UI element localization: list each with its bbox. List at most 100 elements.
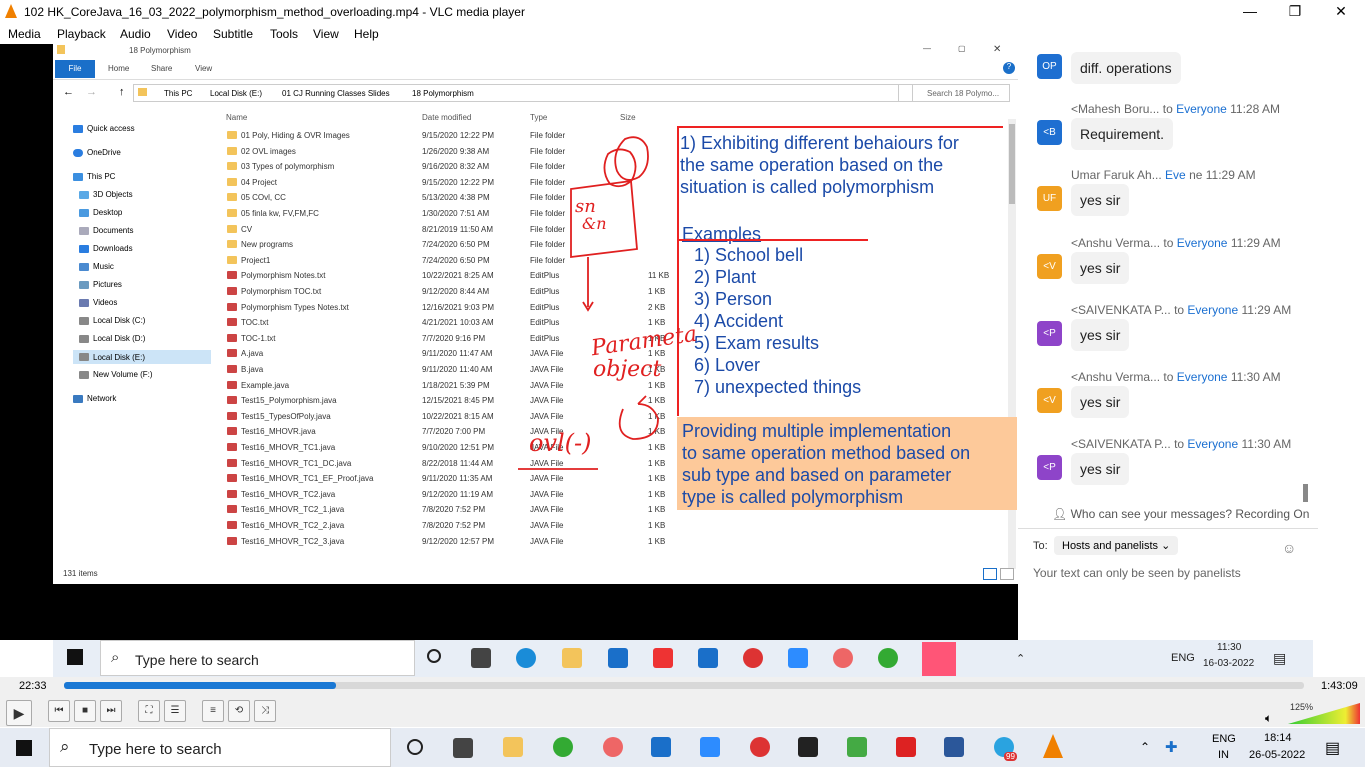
sticky-notes-button[interactable] bbox=[798, 737, 818, 757]
explorer-search[interactable]: Search 18 Polymo... bbox=[898, 84, 1010, 102]
message-bubble: yes sir bbox=[1071, 453, 1130, 485]
file-date: 8/21/2019 11:50 AM bbox=[422, 224, 494, 234]
vlc-taskbar-icon[interactable] bbox=[1043, 734, 1063, 758]
nav-local-disk-c[interactable]: Local Disk (C:) bbox=[93, 316, 145, 325]
details-view-icon[interactable] bbox=[983, 568, 997, 580]
volume-icon[interactable]: 🔈︎ bbox=[1265, 711, 1272, 726]
message-everyone[interactable]: Everyone bbox=[1187, 303, 1238, 317]
shuffle-icon[interactable]: ⤨ bbox=[254, 700, 276, 722]
address-bar[interactable]: This PC Local Disk (E:) 01 CJ Running Cl… bbox=[133, 84, 913, 102]
close-button[interactable]: ✕ bbox=[1326, 3, 1356, 20]
tab-view[interactable]: View bbox=[195, 64, 212, 73]
tiles-view-icon[interactable] bbox=[1000, 568, 1014, 580]
file-row[interactable]: Test16_MHOVR_TC2_3.java 9/12/2020 12:57 P… bbox=[223, 535, 673, 550]
lang-indicator[interactable]: ENG bbox=[1212, 733, 1236, 745]
minimize-button[interactable]: — bbox=[1235, 3, 1265, 19]
nav-videos[interactable]: Videos bbox=[93, 298, 117, 307]
breadcrumb-this-pc[interactable]: This PC bbox=[164, 89, 192, 98]
tab-share[interactable]: Share bbox=[151, 64, 172, 73]
column-name[interactable]: Name bbox=[226, 113, 247, 122]
explorer-minimize[interactable]: — bbox=[923, 44, 931, 53]
nav-3d-objects[interactable]: 3D Objects bbox=[93, 190, 133, 199]
chrome-button[interactable] bbox=[553, 737, 573, 757]
volume-slider[interactable] bbox=[1288, 703, 1360, 725]
acrobat-button[interactable] bbox=[896, 737, 916, 757]
message-everyone[interactable]: Everyone bbox=[1177, 236, 1228, 250]
menu-subtitle[interactable]: Subtitle bbox=[213, 27, 253, 41]
play-button[interactable]: ▶ bbox=[6, 700, 32, 726]
file-row[interactable]: Test16_MHOVR_TC2.java 9/12/2020 11:19 AM J… bbox=[223, 488, 673, 503]
nav-pictures[interactable]: Pictures bbox=[93, 280, 122, 289]
tab-file[interactable]: File bbox=[55, 60, 95, 78]
message-everyone[interactable]: Eve bbox=[1165, 168, 1186, 182]
help-icon[interactable]: ? bbox=[1003, 62, 1015, 74]
explorer-maximize[interactable]: ▢ bbox=[958, 44, 966, 53]
menu-audio[interactable]: Audio bbox=[120, 27, 151, 41]
menu-view[interactable]: View bbox=[313, 27, 339, 41]
playlist-icon[interactable]: ≡ bbox=[202, 700, 224, 722]
snip-button[interactable] bbox=[603, 737, 623, 757]
breadcrumb-local-disk[interactable]: Local Disk (E:) bbox=[210, 89, 262, 98]
nav-downloads[interactable]: Downloads bbox=[93, 244, 133, 253]
window-title: 102 HK_CoreJava_16_03_2022_polymorphism_… bbox=[24, 5, 525, 19]
notification-center-icon[interactable]: ▤ bbox=[1325, 738, 1340, 758]
video-area[interactable]: 18 Polymorphism — ▢ ✕ File Home Share Vi… bbox=[0, 44, 1365, 680]
breadcrumb-slides[interactable]: 01 CJ Running Classes Slides bbox=[282, 89, 390, 98]
store-button[interactable] bbox=[651, 737, 671, 757]
menu-playback[interactable]: Playback bbox=[57, 27, 106, 41]
nav-quick-access[interactable]: Quick access bbox=[87, 124, 135, 133]
who-can-see-link[interactable]: 👤︎ Who can see your messages? Recording … bbox=[1052, 507, 1309, 521]
nav-network[interactable]: Network bbox=[87, 394, 116, 403]
breadcrumb-polymorphism[interactable]: 18 Polymorphism bbox=[412, 89, 474, 98]
zoom-button[interactable] bbox=[700, 737, 720, 757]
clock-time[interactable]: 18:14 bbox=[1264, 732, 1292, 744]
menu-video[interactable]: Video bbox=[167, 27, 197, 41]
start-button[interactable] bbox=[16, 740, 32, 756]
menu-media[interactable]: Media bbox=[8, 27, 41, 41]
nav-new-volume-f[interactable]: New Volume (F:) bbox=[93, 370, 153, 379]
restore-button[interactable]: ❐ bbox=[1280, 3, 1310, 20]
recipient-dropdown[interactable]: Hosts and panelists ⌄ bbox=[1054, 536, 1179, 555]
emoji-icon[interactable]: ☺ bbox=[1282, 540, 1296, 556]
column-date[interactable]: Date modified bbox=[422, 113, 471, 122]
tab-home[interactable]: Home bbox=[108, 64, 129, 73]
menu-tools[interactable]: Tools bbox=[270, 27, 298, 41]
fullscreen-icon[interactable]: ⛶ bbox=[138, 700, 160, 722]
next-icon[interactable]: ⏭ bbox=[100, 700, 122, 722]
back-arrow-icon[interactable]: ← bbox=[63, 86, 74, 98]
explorer-close[interactable]: ✕ bbox=[993, 44, 1001, 55]
previous-icon[interactable]: ⏮ bbox=[48, 700, 70, 722]
nav-onedrive[interactable]: OneDrive bbox=[87, 148, 121, 157]
message-everyone[interactable]: Everyone bbox=[1187, 437, 1238, 451]
nav-desktop[interactable]: Desktop bbox=[93, 208, 122, 217]
file-date: 9/12/2020 11:19 AM bbox=[422, 489, 494, 499]
clock-date[interactable]: 26-05-2022 bbox=[1249, 749, 1305, 761]
menu-help[interactable]: Help bbox=[354, 27, 379, 41]
nav-this-pc[interactable]: This PC bbox=[87, 172, 115, 181]
loop-icon[interactable]: ⟲ bbox=[228, 700, 250, 722]
chat-input[interactable]: Your text can only be seen by panelists bbox=[1033, 566, 1241, 580]
nav-local-disk-d[interactable]: Local Disk (D:) bbox=[93, 334, 145, 343]
forward-arrow-icon[interactable]: → bbox=[86, 86, 97, 98]
file-explorer-button[interactable] bbox=[503, 737, 523, 757]
taskbar-search[interactable]: ⌕ Type here to search bbox=[49, 728, 391, 767]
ink-object: object bbox=[593, 357, 662, 382]
chart-app-button[interactable] bbox=[847, 737, 867, 757]
file-row[interactable]: Test16_MHOVR_TC2_1.java 7/8/2020 7:52 PM J… bbox=[223, 503, 673, 518]
file-row[interactable]: Test16_MHOVR_TC2_2.java 7/8/2020 7:52 PM J… bbox=[223, 519, 673, 534]
nav-documents[interactable]: Documents bbox=[93, 226, 133, 235]
task-view-button[interactable] bbox=[407, 739, 423, 755]
plus-icon[interactable]: ✚ bbox=[1165, 738, 1178, 756]
up-arrow-icon[interactable]: ↑ bbox=[119, 86, 125, 98]
chat-scrollbar[interactable] bbox=[1303, 484, 1308, 502]
nav-music[interactable]: Music bbox=[93, 262, 114, 271]
tray-chevron-icon[interactable]: ⌃ bbox=[1140, 740, 1150, 754]
nav-local-disk-e[interactable]: Local Disk (E:) bbox=[93, 353, 145, 362]
stop-icon[interactable]: ■ bbox=[74, 700, 96, 722]
recorder-button[interactable] bbox=[750, 737, 770, 757]
message-everyone[interactable]: Everyone bbox=[1176, 102, 1227, 116]
message-everyone[interactable]: Everyone bbox=[1177, 370, 1228, 384]
widgets-button[interactable] bbox=[453, 738, 473, 758]
word-button[interactable] bbox=[944, 737, 964, 757]
extended-settings-icon[interactable]: ☰ bbox=[164, 700, 186, 722]
